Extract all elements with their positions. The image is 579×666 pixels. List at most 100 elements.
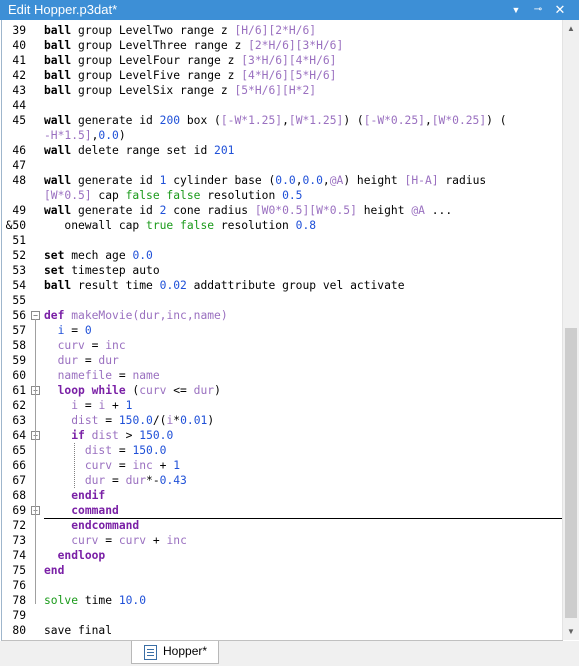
line-number: 76	[12, 579, 26, 592]
code-token: ,	[295, 174, 303, 187]
document-icon	[144, 645, 157, 660]
code-token: +	[152, 459, 174, 472]
code-line[interactable]: 67 dur = dur*-0.43	[2, 473, 562, 488]
code-line[interactable]: 47	[2, 158, 562, 173]
code-line[interactable]: 43 ball group LevelSix range z [5*H/6][H*…	[2, 83, 562, 98]
code-token: true false	[146, 219, 215, 232]
code-line[interactable]: 60 namefile = name	[2, 368, 562, 383]
code-line[interactable]: 39 ball group LevelTwo range z [H/6][2*H/…	[2, 23, 562, 38]
code-line[interactable]: 40 ball group LevelThree range z [2*H/6][…	[2, 38, 562, 53]
code-line[interactable]: 72 endcommand	[2, 518, 562, 533]
line-text: wall delete range set id 201	[44, 143, 234, 158]
code-token: endcommand	[71, 519, 140, 532]
line-text: endloop	[44, 548, 106, 563]
code-line[interactable]: 73 curv = curv + inc	[2, 533, 562, 548]
code-token: wall	[44, 114, 79, 127]
code-token: @A	[411, 204, 425, 217]
line-number: 74	[12, 549, 26, 562]
line-text: ball group LevelFive range z [4*H/6][5*H…	[44, 68, 336, 83]
code-line[interactable]: 74 endloop	[2, 548, 562, 563]
code-line[interactable]: 44	[2, 98, 562, 113]
code-line[interactable]: 69+ command	[2, 503, 562, 518]
code-token: -H*1.5]	[44, 129, 92, 142]
code-token: makeMovie	[71, 309, 133, 322]
code-token: =	[105, 474, 126, 487]
code-line[interactable]: 61− loop while (curv <= dur)	[2, 383, 562, 398]
code-token: =	[84, 339, 106, 352]
code-line[interactable]: 59 dur = dur	[2, 353, 562, 368]
code-token: dur	[84, 474, 106, 487]
code-token: end	[44, 564, 65, 577]
code-line[interactable]: 48 wall generate id 1 cylinder base (0.0,…	[2, 173, 562, 188]
code-token: group LevelTwo range z	[78, 24, 235, 37]
code-token: 0.8	[295, 219, 317, 232]
code-line[interactable]: -H*1.5],0.0)	[2, 128, 562, 143]
code-line[interactable]: 75 end	[2, 563, 562, 578]
code-line[interactable]: [W*0.5] cap false false resolution 0.5	[2, 188, 562, 203]
code-line[interactable]: 45 wall generate id 200 box ([-W*1.25],[W…	[2, 113, 562, 128]
code-line[interactable]: 64− if dist > 150.0	[2, 428, 562, 443]
line-number: 66	[12, 459, 26, 472]
code-line[interactable]: 79	[2, 608, 562, 623]
line-text: dur = dur*-0.43	[44, 473, 187, 488]
code-token: i	[71, 399, 79, 412]
code-line[interactable]: 49 wall generate id 2 cone radius [W0*0.5…	[2, 203, 562, 218]
line-text: ball group LevelFour range z [3*H/6][4*H…	[44, 53, 336, 68]
code-token: group LevelFour range z	[78, 54, 242, 67]
code-line[interactable]: 54 ball result time 0.02 addattribute gro…	[2, 278, 562, 293]
line-text: ball group LevelThree range z [2*H/6][3*…	[44, 38, 343, 53]
code-line[interactable]: 57 i = 0	[2, 323, 562, 338]
code-line[interactable]: 66 curv = inc + 1	[2, 458, 562, 473]
code-line[interactable]: 51	[2, 233, 562, 248]
line-number: 57	[12, 324, 26, 337]
code-line[interactable]: 76	[2, 578, 562, 593]
code-line[interactable]: 46 wall delete range set id 201	[2, 143, 562, 158]
document-tab-bar: Hopper*	[0, 641, 579, 666]
code-line[interactable]: 41 ball group LevelFour range z [3*H/6][4…	[2, 53, 562, 68]
code-editor[interactable]: 39 ball group LevelTwo range z [H/6][2*H/…	[1, 20, 563, 641]
code-token: resolution	[200, 189, 283, 202]
code-token: /(	[152, 414, 167, 427]
close-icon[interactable]: ✕	[552, 2, 568, 18]
line-number: 43	[12, 84, 26, 97]
code-token: dur	[57, 354, 79, 367]
code-line[interactable]: 80 save final	[2, 623, 562, 638]
pin-icon[interactable]: ⊸	[530, 2, 546, 18]
line-number: 51	[12, 234, 26, 247]
line-text: command	[44, 503, 119, 518]
code-line[interactable]: 68 endif	[2, 488, 562, 503]
code-token: [4*H/6][5*H/6]	[241, 69, 337, 82]
scroll-thumb[interactable]	[565, 328, 577, 618]
code-line[interactable]: 56− def makeMovie(dur,inc,name)	[2, 308, 562, 323]
code-token: loop while	[57, 384, 126, 397]
code-line[interactable]: 65 dist = 150.0	[2, 443, 562, 458]
scroll-down-icon[interactable]: ▼	[563, 623, 579, 640]
line-text: curv = inc + 1	[44, 458, 180, 473]
code-line[interactable]: 55	[2, 293, 562, 308]
vertical-scrollbar[interactable]: ▲ ▼	[562, 20, 579, 640]
line-number: 48	[12, 174, 26, 187]
code-line[interactable]: 62 i = i + 1	[2, 398, 562, 413]
code-line[interactable]: 52 set mech age 0.0	[2, 248, 562, 263]
line-text: wall generate id 1 cylinder base (0.0,0.…	[44, 173, 486, 188]
code-token: generate id	[78, 114, 160, 127]
indent-guide	[74, 443, 75, 488]
window-menu-chevron-down-icon[interactable]: ▼	[508, 2, 524, 18]
code-line[interactable]: 42 ball group LevelFive range z [4*H/6][5…	[2, 68, 562, 83]
code-line[interactable]: 63 dist = 150.0/(i*0.01)	[2, 413, 562, 428]
code-token: =	[112, 369, 133, 382]
code-line[interactable]: 53 set timestep auto	[2, 263, 562, 278]
code-line[interactable]: &50 onewall cap true false resolution 0.…	[2, 218, 562, 233]
line-text: onewall cap true false resolution 0.8	[44, 218, 316, 233]
tab-hopper[interactable]: Hopper*	[131, 641, 219, 664]
code-token: [-W*0.25]	[363, 114, 425, 127]
code-line[interactable]: 58 curv = inc	[2, 338, 562, 353]
code-line[interactable]: 78 solve time 10.0	[2, 593, 562, 608]
scroll-up-icon[interactable]: ▲	[563, 20, 579, 37]
